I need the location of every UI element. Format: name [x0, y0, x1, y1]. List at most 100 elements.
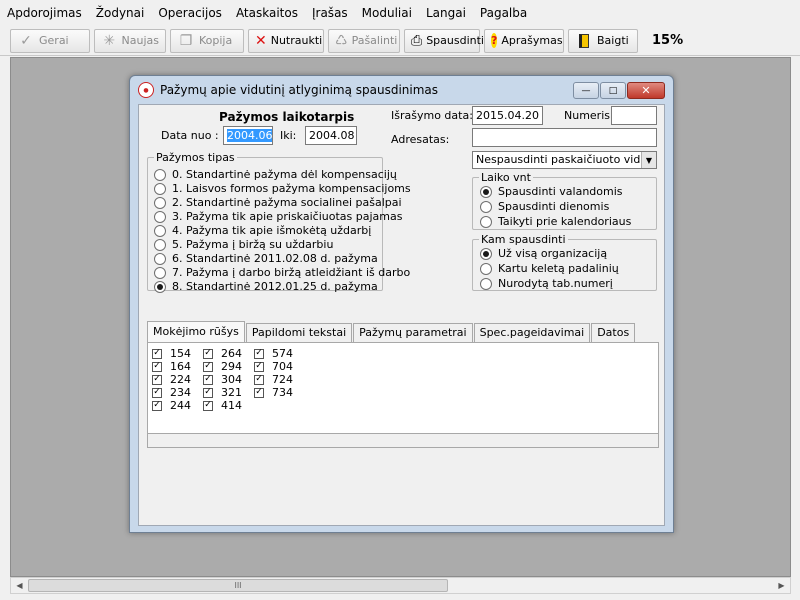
radio-button[interactable] [154, 266, 166, 279]
radio-button[interactable] [154, 210, 166, 223]
print-target-option-2[interactable]: Nurodytą tab.numerį [480, 277, 613, 290]
tab-papildomi-tekstai[interactable]: Papildomi tekstai [245, 323, 353, 342]
payment-code-item[interactable]: ✓ 154 [152, 347, 191, 360]
checkbox-checked[interactable]: ✓ [152, 400, 162, 411]
time-unit-option-1[interactable]: Spausdinti dienomis [480, 200, 609, 213]
radio-button[interactable] [154, 238, 166, 251]
scroll-right-arrow-icon[interactable]: ▶ [773, 578, 790, 593]
radio-button[interactable] [480, 262, 492, 275]
radio-button[interactable] [154, 224, 166, 237]
checkbox-checked[interactable]: ✓ [203, 387, 213, 398]
baigti-button[interactable]: Baigti [568, 28, 638, 53]
checkbox-checked[interactable]: ✓ [203, 348, 213, 359]
checkbox-checked[interactable]: ✓ [203, 374, 213, 385]
naujas-button[interactable]: ✳ Naujas [94, 28, 166, 53]
checkbox-checked[interactable]: ✓ [254, 348, 264, 359]
certificate-type-option-4[interactable]: 4. Pažyma tik apie išmokėtą uždarbį [154, 224, 371, 237]
print-target-option-1[interactable]: Kartu keletą padalinių [480, 262, 619, 275]
close-icon[interactable]: ✕ [627, 82, 665, 99]
print-target-option-0[interactable]: Už visą organizaciją [480, 247, 607, 260]
payment-code-item[interactable]: ✓ 164 [152, 360, 191, 373]
payment-code-item[interactable]: ✓ 234 [152, 386, 191, 399]
radio-button-selected[interactable] [154, 280, 166, 293]
horizontal-scrollbar[interactable]: ◀ III ▶ [10, 577, 791, 594]
menu-item-apdorojimas[interactable]: Apdorojimas [7, 4, 82, 22]
payment-code-item[interactable]: ✓ 574 [254, 347, 293, 360]
gerai-button[interactable]: ✓ Gerai [10, 28, 90, 53]
menu-item-ataskaitos[interactable]: Ataskaitos [236, 4, 298, 22]
checkbox-checked[interactable]: ✓ [152, 387, 162, 398]
checkbox-checked[interactable]: ✓ [152, 374, 162, 385]
aprasymas-label: Aprašymas [501, 34, 563, 47]
date-to-input[interactable]: 2004.08 [305, 126, 357, 145]
certificate-type-option-5[interactable]: 5. Pažyma į biržą su uždarbiu [154, 238, 333, 251]
payment-code-item[interactable]: ✓ 304 [203, 373, 242, 386]
number-input[interactable] [611, 106, 657, 125]
certificate-type-option-8[interactable]: 8. Standartinė 2012.01.25 d. pažyma [154, 280, 378, 293]
scroll-left-arrow-icon[interactable]: ◀ [11, 578, 28, 593]
payment-code-item[interactable]: ✓ 321 [203, 386, 242, 399]
menu-item-moduliai[interactable]: Moduliai [362, 4, 412, 22]
payment-code-item[interactable]: ✓ 224 [152, 373, 191, 386]
checkbox-checked[interactable]: ✓ [254, 374, 264, 385]
menu-item-operacijos[interactable]: Operacijos [158, 4, 222, 22]
radio-button[interactable] [480, 200, 492, 213]
print-mode-select[interactable]: Nespausdinti paskaičiuoto vidurkio ▼ [472, 151, 657, 169]
pasalinti-button[interactable]: ♺ Pašalinti [328, 28, 400, 53]
certificate-type-option-2[interactable]: 2. Standartinė pažyma socialinei pašalpa… [154, 196, 402, 209]
certificate-print-dialog: ● Pažymų apie vidutinį atlyginimą spausd… [129, 75, 674, 533]
radio-button[interactable] [154, 182, 166, 195]
certificate-type-option-7[interactable]: 7. Pažyma į darbo biržą atleidžiant iš d… [154, 266, 410, 279]
date-from-label: Data nuo : [161, 129, 219, 142]
maximize-icon[interactable]: □ [600, 82, 626, 99]
dialog-titlebar[interactable]: ● Pažymų apie vidutinį atlyginimą spausd… [130, 76, 673, 104]
issue-date-input[interactable]: 2015.04.20 [472, 106, 543, 125]
time-unit-option-2[interactable]: Taikyti prie kalendoriaus [480, 215, 631, 228]
certificate-type-option-6[interactable]: 6. Standartinė 2011.02.08 d. pažyma [154, 252, 378, 265]
menu-item-pagalba[interactable]: Pagalba [480, 4, 527, 22]
certificate-type-option-3[interactable]: 3. Pažyma tik apie priskaičiuotas pajama… [154, 210, 402, 223]
new-icon: ✳ [103, 32, 116, 49]
scroll-thumb[interactable]: III [28, 579, 448, 592]
spausdinti-button[interactable]: ⎙ Spausdinti [404, 28, 484, 53]
payment-code: 154 [170, 347, 191, 360]
radio-button-selected[interactable] [480, 247, 492, 260]
radio-button[interactable] [154, 168, 166, 181]
chevron-down-icon[interactable]: ▼ [641, 152, 656, 168]
addressee-input[interactable] [472, 128, 657, 147]
minimize-icon[interactable]: — [573, 82, 599, 99]
checkbox-checked[interactable]: ✓ [203, 361, 213, 372]
payment-code: 224 [170, 373, 191, 386]
nutraukti-button[interactable]: ✕ Nutraukti [248, 28, 324, 53]
checkbox-checked[interactable]: ✓ [203, 400, 213, 411]
payment-code-item[interactable]: ✓ 264 [203, 347, 242, 360]
tab-spec-pageidavimai[interactable]: Spec.pageidavimai [473, 323, 591, 342]
radio-button[interactable] [154, 252, 166, 265]
radio-button[interactable] [480, 215, 492, 228]
payment-code-item[interactable]: ✓ 734 [254, 386, 293, 399]
checkbox-checked[interactable]: ✓ [254, 387, 264, 398]
payment-code-item[interactable]: ✓ 724 [254, 373, 293, 386]
payment-code-item[interactable]: ✓ 294 [203, 360, 242, 373]
tab-datos[interactable]: Datos [591, 323, 636, 342]
radio-button[interactable] [480, 277, 492, 290]
payment-code-item[interactable]: ✓ 414 [203, 399, 242, 412]
time-unit-option-0[interactable]: Spausdinti valandomis [480, 185, 623, 198]
date-from-input[interactable]: 2004.06 [223, 126, 273, 145]
aprasymas-button[interactable]: ? Aprašymas [484, 28, 564, 53]
kopija-button[interactable]: ❐ Kopija [170, 28, 244, 53]
radio-button[interactable] [154, 196, 166, 209]
certificate-type-option-1[interactable]: 1. Laisvos formos pažyma kompensacijoms [154, 182, 411, 195]
payment-code-item[interactable]: ✓ 244 [152, 399, 191, 412]
radio-button-selected[interactable] [480, 185, 492, 198]
payment-code-item[interactable]: ✓ 704 [254, 360, 293, 373]
menu-item-langai[interactable]: Langai [426, 4, 466, 22]
menu-item-irasas[interactable]: Įrašas [312, 4, 348, 22]
tab-pazymu-parametrai[interactable]: Pažymų parametrai [353, 323, 473, 342]
checkbox-checked[interactable]: ✓ [254, 361, 264, 372]
certificate-type-option-0[interactable]: 0. Standartinė pažyma dėl kompensacijų [154, 168, 397, 181]
checkbox-checked[interactable]: ✓ [152, 361, 162, 372]
tab-mokejimo-rusys[interactable]: Mokėjimo rūšys [147, 321, 245, 342]
checkbox-checked[interactable]: ✓ [152, 348, 162, 359]
menu-item-zodynai[interactable]: Žodynai [96, 4, 145, 22]
